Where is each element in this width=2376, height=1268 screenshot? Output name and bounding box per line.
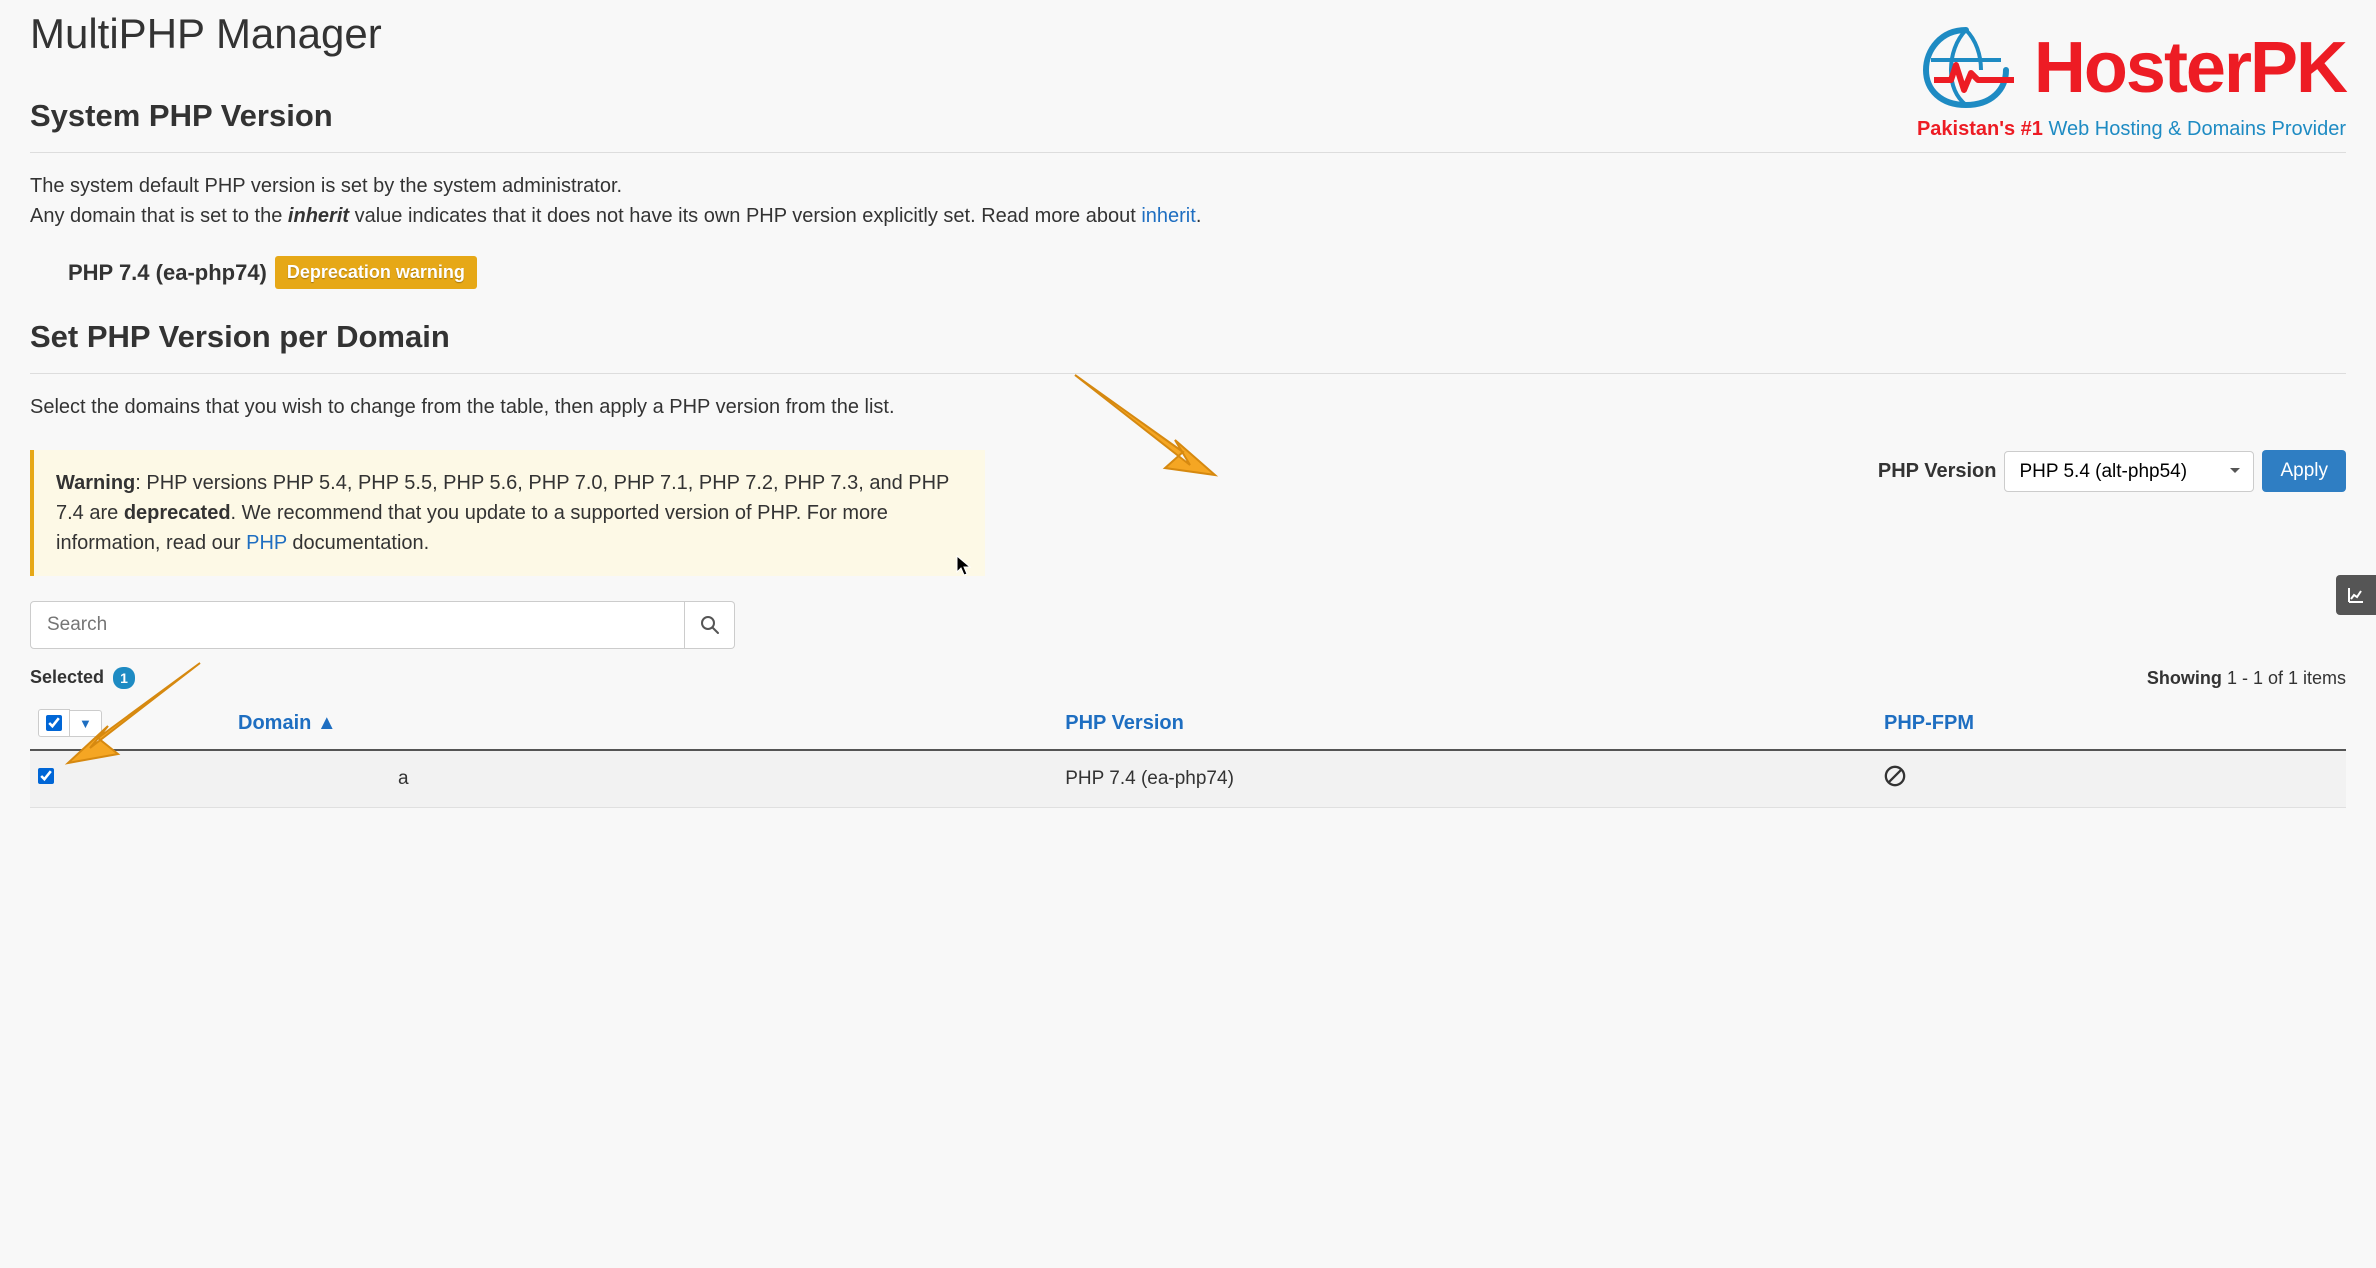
domains-table: ▼ Domain ▲ PHP Version PHP-FPM a PHP 7.4… — [30, 697, 2346, 808]
column-domain[interactable]: Domain ▲ — [230, 697, 1057, 750]
row-checkbox[interactable] — [38, 768, 54, 784]
current-system-version: PHP 7.4 (ea-php74) — [68, 260, 267, 286]
brand-name: HosterPK — [2034, 32, 2346, 104]
annotation-arrow — [1065, 370, 1225, 490]
mouse-cursor — [956, 555, 972, 577]
apply-button[interactable]: Apply — [2262, 450, 2346, 492]
warning-alert: Warning: PHP versions PHP 5.4, PHP 5.5, … — [30, 450, 985, 576]
php-fpm-cell — [1876, 750, 2346, 808]
selected-count: Selected 1 — [30, 667, 135, 689]
system-desc-line1: The system default PHP version is set by… — [30, 171, 2346, 201]
system-desc-line2: Any domain that is set to the inherit va… — [30, 201, 2346, 231]
chart-icon — [2346, 585, 2366, 605]
per-domain-desc: Select the domains that you wish to chan… — [30, 392, 2346, 422]
table-row: a PHP 7.4 (ea-php74) — [30, 750, 2346, 808]
search-input[interactable] — [30, 601, 685, 649]
search-button[interactable] — [685, 601, 735, 649]
showing-count: Showing 1 - 1 of 1 items — [2147, 668, 2346, 689]
php-version-select[interactable]: PHP 5.4 (alt-php54) — [2004, 451, 2254, 492]
prohibit-icon — [1884, 765, 1906, 787]
search-icon — [700, 615, 720, 635]
php-version-cell: PHP 7.4 (ea-php74) — [1057, 750, 1876, 808]
per-domain-heading: Set PHP Version per Domain — [30, 319, 2346, 355]
sort-asc-icon: ▲ — [317, 712, 337, 734]
inherit-link[interactable]: inherit — [1141, 205, 1195, 227]
globe-heartbeat-icon — [1916, 25, 2016, 110]
brand-tagline: Pakistan's #1 Web Hosting & Domains Prov… — [1916, 118, 2346, 141]
column-php-version[interactable]: PHP Version — [1057, 697, 1876, 750]
brand-logo: HosterPK Pakistan's #1 Web Hosting & Dom… — [1916, 25, 2346, 141]
divider — [30, 373, 2346, 374]
domain-cell: a — [230, 750, 1057, 808]
select-all-checkbox[interactable] — [46, 715, 62, 731]
divider — [30, 152, 2346, 153]
deprecation-badge: Deprecation warning — [275, 256, 477, 289]
php-version-label: PHP Version — [1878, 460, 1997, 483]
select-all-dropdown[interactable]: ▼ — [70, 710, 102, 737]
php-doc-link[interactable]: PHP — [246, 532, 287, 554]
column-php-fpm[interactable]: PHP-FPM — [1876, 697, 2346, 750]
stats-tab[interactable] — [2336, 575, 2376, 615]
